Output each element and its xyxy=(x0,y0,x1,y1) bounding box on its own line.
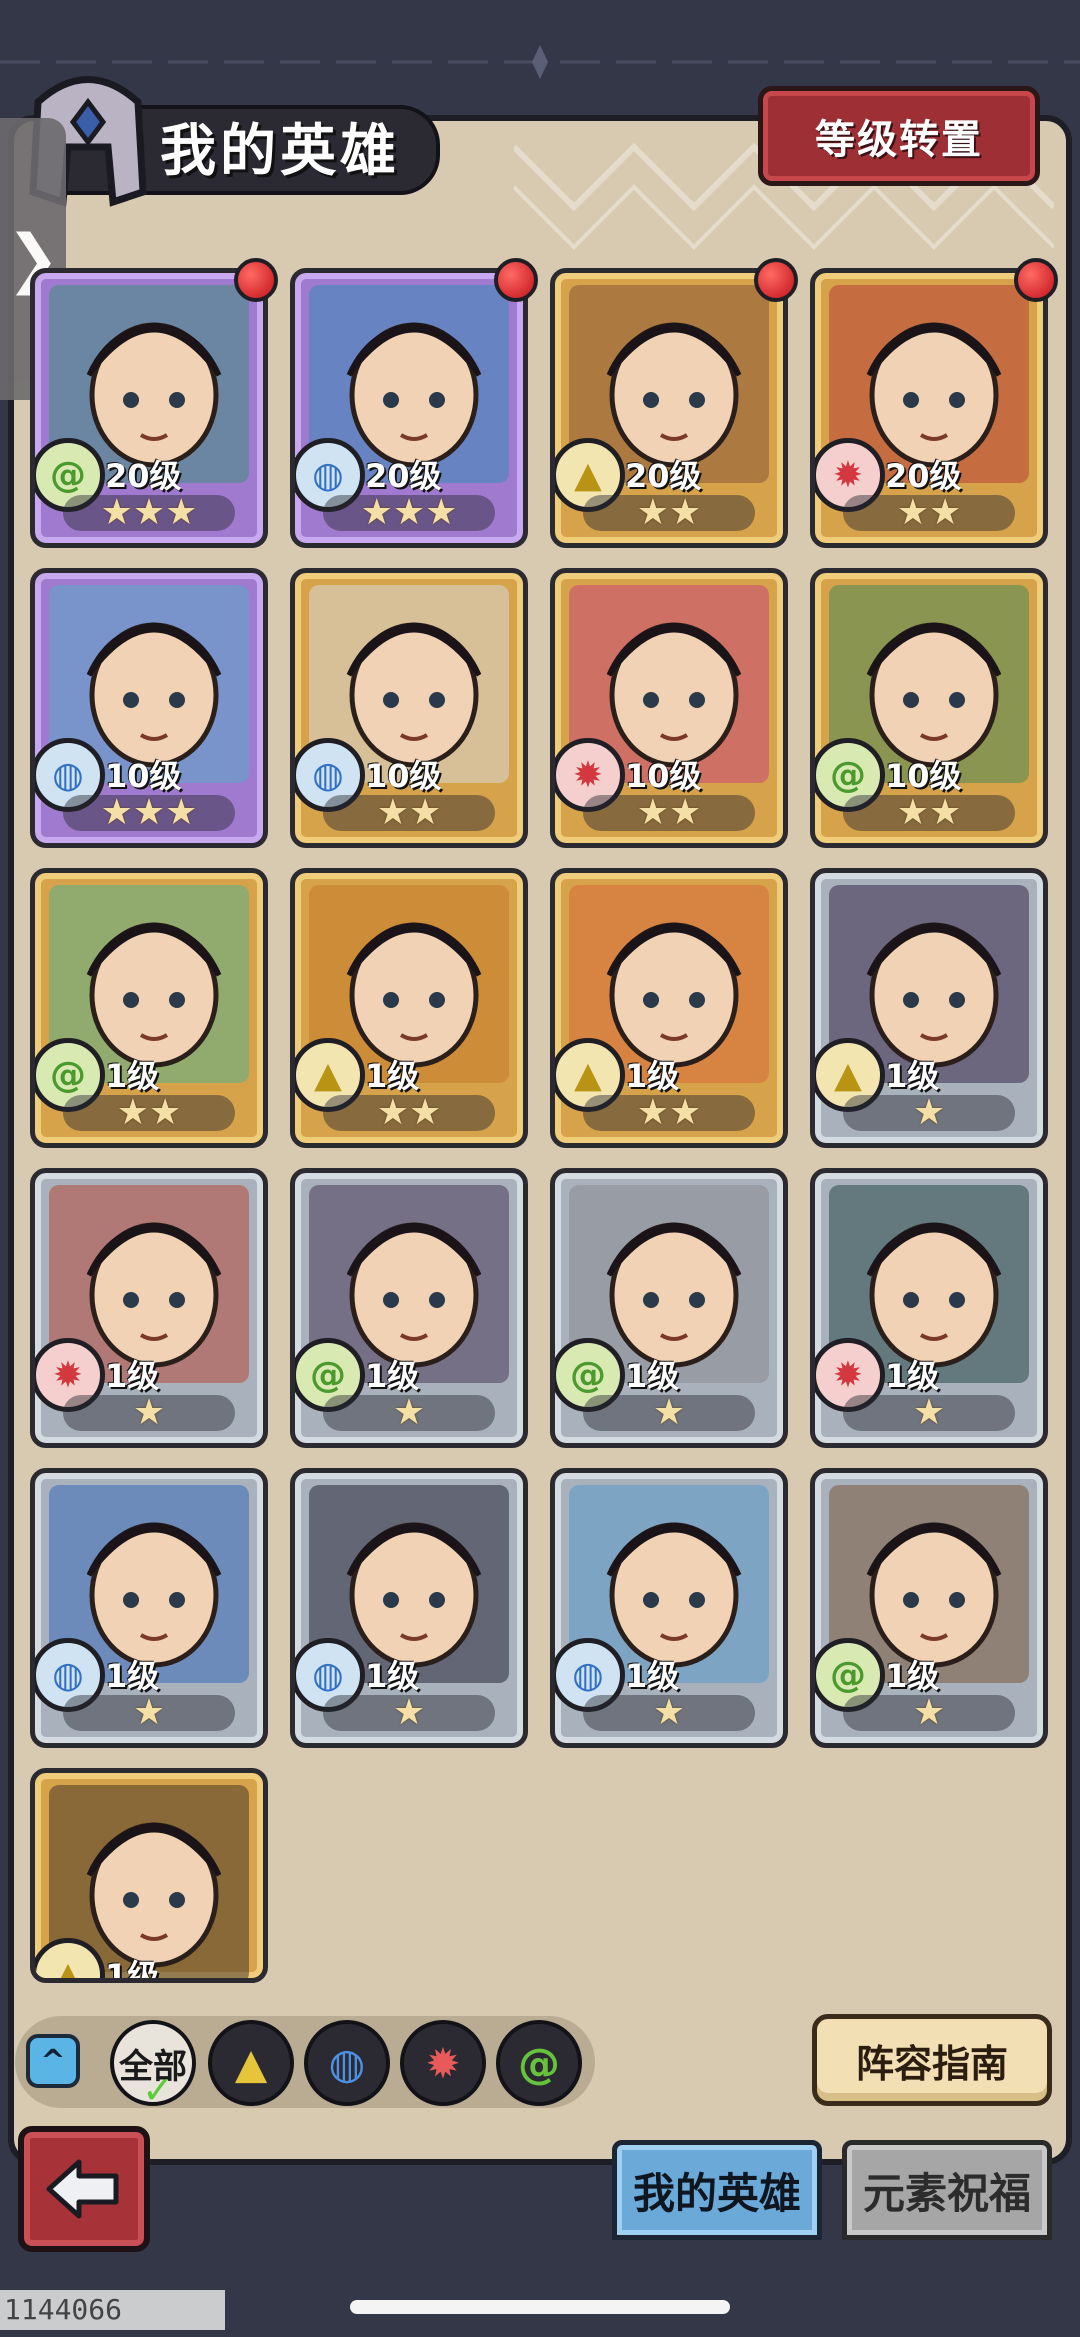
tab-my-heroes[interactable]: 我的英雄 xyxy=(612,2140,822,2240)
hero-card[interactable]: ▲ 1级 ★ xyxy=(810,868,1048,1148)
hero-level: 20级 xyxy=(105,457,182,495)
hero-stars: ★ xyxy=(843,1395,1015,1431)
hero-level: 1级 xyxy=(365,1357,420,1395)
hero-level: 1级 xyxy=(885,1357,940,1395)
hero-level: 1级 xyxy=(105,1357,160,1395)
hero-level: 1级 xyxy=(625,1357,680,1395)
filter-earth-icon[interactable]: ▲ xyxy=(208,2020,294,2106)
collapse-filter-button[interactable]: ^ xyxy=(26,2034,80,2088)
hero-stars: ★ xyxy=(323,1395,495,1431)
hero-level: 10级 xyxy=(105,757,182,795)
hero-stars: ★ xyxy=(323,1695,495,1731)
new-badge xyxy=(1014,258,1058,302)
back-arrow-icon xyxy=(46,2159,119,2219)
home-indicator[interactable] xyxy=(350,2300,730,2314)
hero-level: 1级 xyxy=(885,1657,940,1695)
new-badge xyxy=(754,258,798,302)
hero-level: 1级 xyxy=(885,1057,940,1095)
hero-stars: ★★ xyxy=(583,795,755,831)
hero-level: 20级 xyxy=(365,457,442,495)
hero-stars: ★★★ xyxy=(63,795,235,831)
filter-fire-icon[interactable]: ✹ xyxy=(400,2020,486,2106)
build-id: 1144066 98b842 xyxy=(0,2290,225,2337)
hero-level: 1级 xyxy=(365,1657,420,1695)
hero-stars: ★ xyxy=(583,1695,755,1731)
hero-card[interactable]: @1级 ★★ xyxy=(30,868,268,1148)
hero-stars: ★★ xyxy=(63,1095,235,1131)
hero-card[interactable]: ◍ 10级 ★★ xyxy=(290,568,528,848)
hero-level: 1级 xyxy=(105,1057,160,1095)
filter-wind-icon[interactable]: @ xyxy=(496,2020,582,2106)
hero-stars: ★★ xyxy=(843,495,1015,531)
hero-card[interactable]: @10级 ★★ xyxy=(810,568,1048,848)
hero-card[interactable]: ▲ 1级 ★★ xyxy=(550,868,788,1148)
hero-level: 1级 xyxy=(625,1657,680,1695)
hero-card[interactable]: ◍ 1级 ★ xyxy=(550,1468,788,1748)
hero-level: 20级 xyxy=(625,457,702,495)
hero-stars: ★★ xyxy=(583,495,755,531)
hero-level: 10级 xyxy=(885,757,962,795)
hero-level: 10级 xyxy=(365,757,442,795)
hero-card[interactable]: ▲ 1级 ★★ xyxy=(290,868,528,1148)
lineup-guide-button[interactable]: 阵容指南 xyxy=(812,2014,1052,2106)
tab-element-blessing[interactable]: 元素祝福 xyxy=(842,2140,1052,2240)
hero-stars: ★ xyxy=(843,1695,1015,1731)
back-button[interactable] xyxy=(18,2126,150,2252)
hero-grid: @20级 ★★★ ◍ 20级 ★★★ ▲ 20级 ★★ ✹ 20级 ★★ ◍ 10级 ★★★ ◍ 10级 ★★ ✹… xyxy=(0,0,1080,2337)
hero-card[interactable]: ✹ 10级 ★★ xyxy=(550,568,788,848)
new-badge xyxy=(494,258,538,302)
hero-stars: ★★ xyxy=(323,1095,495,1131)
hero-card[interactable]: ✹ 1级 ★ xyxy=(30,1168,268,1448)
hero-level: 1级 xyxy=(105,1657,160,1695)
hero-card[interactable]: ✹ 20级 ★★ xyxy=(810,268,1048,548)
hero-level: 1级 xyxy=(625,1057,680,1095)
hero-level: 20级 xyxy=(885,457,962,495)
hero-card[interactable]: ▲ 20级 ★★ xyxy=(550,268,788,548)
hero-stars: ★ xyxy=(63,1395,235,1431)
hero-card[interactable]: @1级 ★ xyxy=(290,1168,528,1448)
new-badge xyxy=(234,258,278,302)
hero-card[interactable]: ◍ 20级 ★★★ xyxy=(290,268,528,548)
hero-stars: ★★★ xyxy=(323,495,495,531)
hero-card[interactable]: ✹ 1级 ★ xyxy=(810,1168,1048,1448)
hero-card[interactable]: @1级 ★ xyxy=(810,1468,1048,1748)
hero-card[interactable]: ◍ 10级 ★★★ xyxy=(30,568,268,848)
hero-card[interactable]: ◍ 1级 ★ xyxy=(290,1468,528,1748)
hero-stars: ★★ xyxy=(843,795,1015,831)
hero-level: 10级 xyxy=(625,757,702,795)
hero-stars: ★ xyxy=(843,1095,1015,1131)
hero-level: 1级 xyxy=(365,1057,420,1095)
check-icon: ✓ xyxy=(142,2068,174,2112)
hero-stars: ★ xyxy=(583,1395,755,1431)
hero-card[interactable]: @20级 ★★★ xyxy=(30,268,268,548)
hero-stars: ★ xyxy=(63,1695,235,1731)
hero-card[interactable]: @1级 ★ xyxy=(550,1168,788,1448)
hero-stars: ★★★ xyxy=(63,495,235,531)
hero-level: 1级 xyxy=(105,1957,160,1983)
filter-water-icon[interactable]: ◍ xyxy=(304,2020,390,2106)
hero-card[interactable]: ▲ 1级 xyxy=(30,1768,268,1983)
hero-card[interactable]: ◍ 1级 ★ xyxy=(30,1468,268,1748)
hero-stars: ★★ xyxy=(323,795,495,831)
hero-stars: ★★ xyxy=(583,1095,755,1131)
